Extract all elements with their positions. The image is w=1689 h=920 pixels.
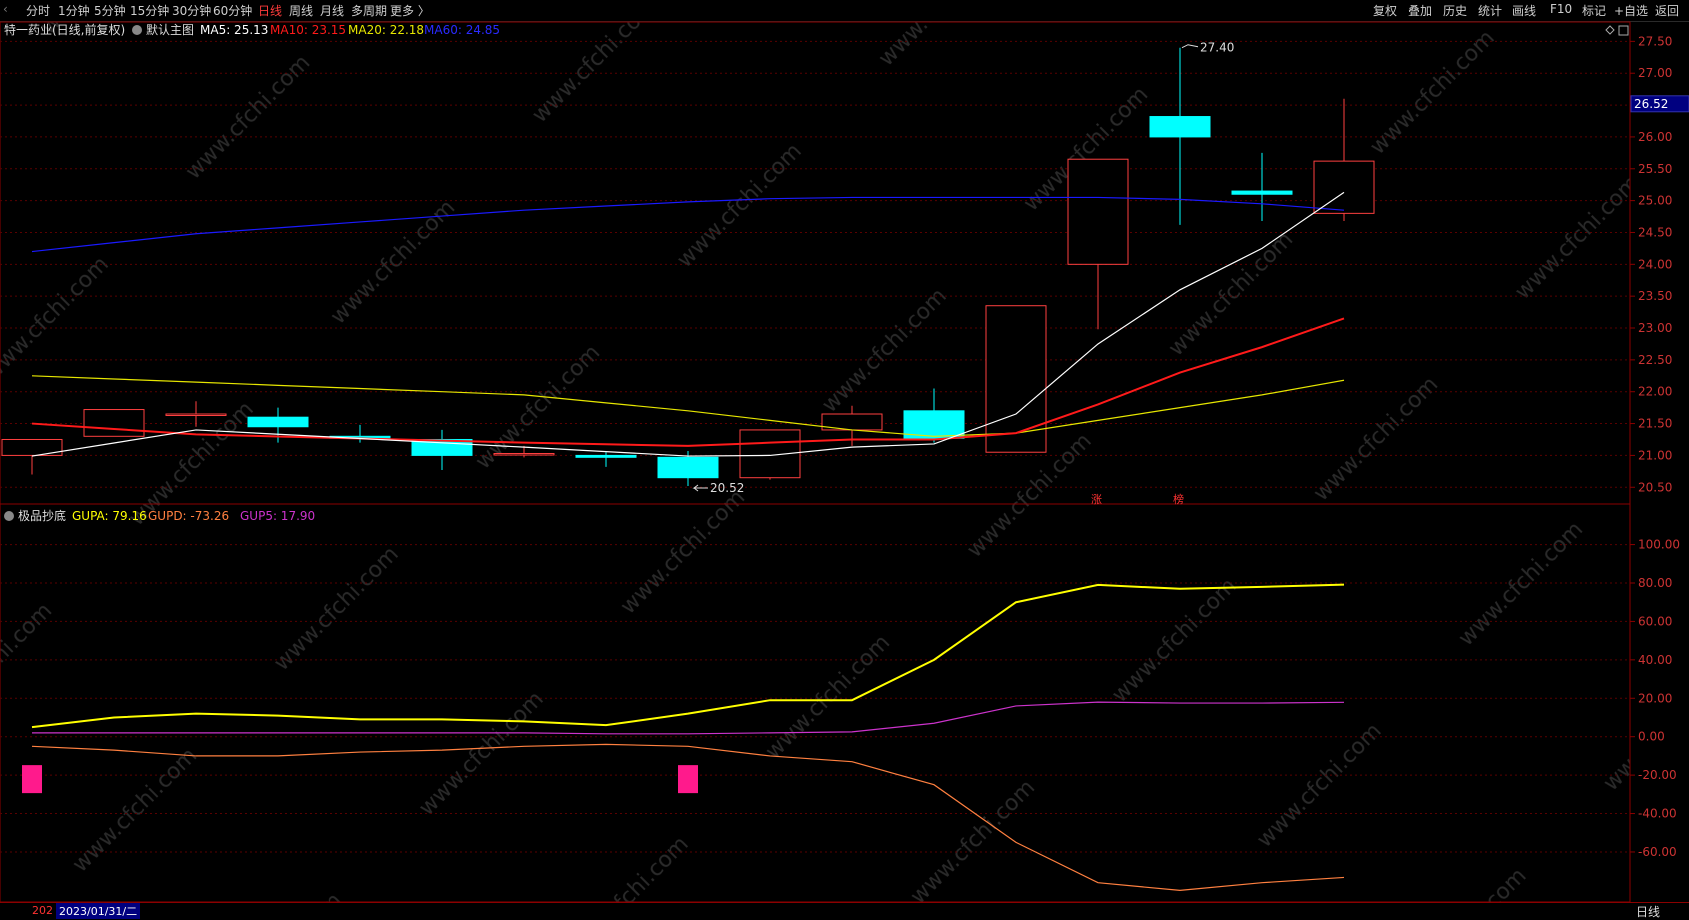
main-ytick-label: 25.50: [1638, 162, 1672, 176]
sub-ytick-label: 100.00: [1638, 538, 1680, 552]
ma20-value: MA20: 22.18: [348, 23, 424, 37]
bottom-signal-marker: [678, 765, 698, 794]
footer-year: 202: [32, 904, 53, 917]
footer-bar: 202 2023/01/31/二 日线: [0, 902, 1689, 919]
sub-indicator-toggle-icon: [4, 511, 14, 521]
bottom-signal-marker: [22, 765, 42, 794]
candle-body: [1313, 160, 1375, 214]
main-ytick-label: 21.00: [1638, 448, 1672, 462]
gupd-value: GUPD: -73.26: [148, 509, 229, 523]
ma10-value: MA10: 23.15: [270, 23, 346, 37]
sub-ytick-label: -60.00: [1638, 845, 1677, 859]
candle-body: [1067, 158, 1129, 265]
main-ytick-label: 27.50: [1638, 34, 1672, 48]
candle-body: [1231, 190, 1293, 195]
main-ytick-label: 23.50: [1638, 289, 1672, 303]
candle-body: [575, 454, 637, 458]
indicator-toggle-icon: [132, 25, 142, 35]
main-ytick-label: 22.50: [1638, 353, 1672, 367]
sub-ytick-label: 0.00: [1638, 730, 1665, 744]
tag-bang: 榜: [1173, 492, 1184, 506]
gupa-value: GUPA: 79.16: [72, 509, 147, 523]
candle-body: [493, 453, 555, 456]
main-ytick-label: 24.00: [1638, 257, 1672, 271]
footer-period[interactable]: 日线: [1636, 903, 1660, 920]
main-ytick-label: 25.00: [1638, 194, 1672, 208]
main-ytick-label: 21.50: [1638, 417, 1672, 431]
gup5-value: GUP5: 17.90: [240, 509, 315, 523]
sub-indicator-name: 极品抄底: [18, 508, 66, 523]
stock-chart: www.cfchi.com 27.5027.0026.5026.0025.502…: [0, 21, 1689, 918]
candle-body: [247, 416, 309, 428]
sub-ytick-label: 20.00: [1638, 691, 1672, 705]
sub-ytick-label: -20.00: [1638, 768, 1677, 782]
main-ytick-label: 27.00: [1638, 66, 1672, 80]
sub-ytick-label: 80.00: [1638, 576, 1672, 590]
candle-body: [83, 409, 145, 437]
tag-zhang: 涨: [1091, 493, 1102, 506]
main-ytick-label: 26.00: [1638, 130, 1672, 144]
ma5-value: MA5: 25.13: [200, 23, 268, 37]
sub-ytick-label: 60.00: [1638, 614, 1672, 628]
main-ytick-label: 20.50: [1638, 480, 1672, 494]
main-ytick-label: 22.00: [1638, 385, 1672, 399]
current-price-label: 26.52: [1634, 97, 1668, 111]
watermark: [0, 22, 1630, 902]
ma60-value: MA60: 24.85: [424, 23, 500, 37]
candle-body: [165, 413, 227, 417]
low-label: 20.52: [710, 481, 744, 495]
candle-body: [657, 456, 719, 479]
sub-ytick-label: -40.00: [1638, 807, 1677, 821]
footer-date: 2023/01/31/二: [56, 903, 141, 919]
main-ytick-label: 23.00: [1638, 321, 1672, 335]
main-ytick-label: 24.50: [1638, 225, 1672, 239]
sub-ytick-label: 40.00: [1638, 653, 1672, 667]
main-indicator-name: 默认主图: [146, 22, 194, 37]
high-label: 27.40: [1200, 41, 1234, 55]
candle-body: [1149, 116, 1211, 138]
stock-name: 特一药业(日线,前复权): [4, 22, 125, 37]
